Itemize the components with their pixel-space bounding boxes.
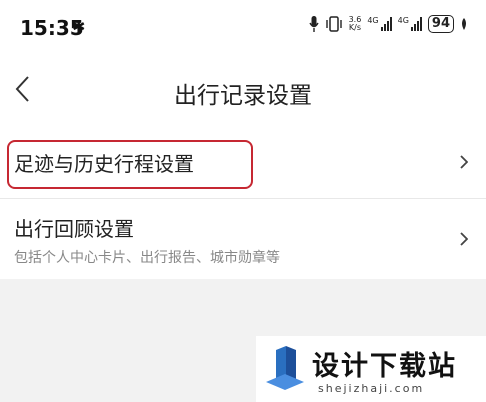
chevron-right-icon [460, 155, 468, 169]
bluetooth-icon: ✱ [72, 17, 86, 36]
menu-item-label: 足迹与历史行程设置 [14, 152, 194, 176]
mic-icon [308, 16, 319, 32]
watermark-url: shejizhaji.com [318, 382, 425, 395]
menu-item-trip-review[interactable]: 出行回顾设置 包括个人中心卡片、出行报告、城市勋章等 [0, 199, 486, 279]
status-icons: 3.6 K/s 4G 4G 94 [308, 15, 468, 33]
vibrate-icon [325, 16, 342, 32]
menu-item-footprint-history[interactable]: 足迹与历史行程设置 [0, 128, 486, 199]
signal-icon-2: 4G [398, 17, 422, 31]
status-bar: 15:35 ✱ 3.6 K/s 4G 4G 94 [0, 0, 486, 56]
settings-list: 足迹与历史行程设置 出行回顾设置 包括个人中心卡片、出行报告、城市勋章等 [0, 128, 486, 279]
site-logo-icon [266, 346, 304, 390]
leaf-icon [462, 18, 466, 30]
chevron-right-icon [460, 232, 468, 246]
signal-icon: 4G [367, 17, 392, 31]
page-title: 出行记录设置 [174, 83, 312, 109]
header: 出行记录设置 [0, 56, 486, 128]
watermark: 设计下载站 shejizhaji.com [256, 336, 486, 402]
watermark-brand: 设计下载站 [312, 351, 457, 382]
network-speed: 3.6 K/s [348, 15, 362, 32]
menu-item-label: 出行回顾设置 [14, 217, 134, 241]
menu-item-subtitle: 包括个人中心卡片、出行报告、城市勋章等 [14, 250, 280, 266]
battery-icon: 94 [427, 15, 454, 33]
